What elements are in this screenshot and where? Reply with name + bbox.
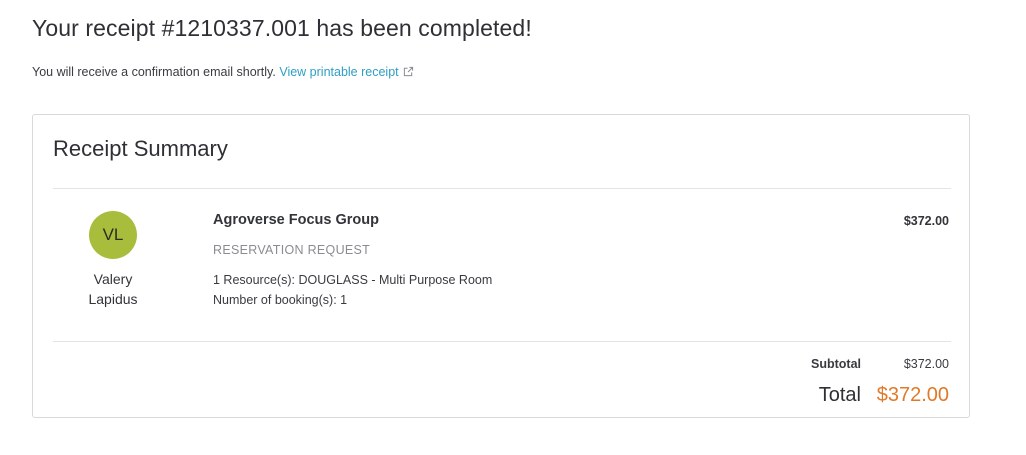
receipt-summary-card: Receipt Summary VL Valery Lapidus Agrove… — [32, 114, 970, 418]
line-item-resources: 1 Resource(s): DOUGLASS - Multi Purpose … — [213, 273, 493, 287]
printable-receipt-link[interactable]: View printable receipt — [279, 65, 413, 79]
confirmation-text: You will receive a confirmation email sh… — [32, 65, 276, 79]
line-item-price: $372.00 — [903, 214, 949, 228]
total-label: Total — [818, 384, 861, 406]
customer-last-name: Lapidus — [88, 291, 138, 307]
receipt-summary-title: Receipt Summary — [53, 136, 228, 161]
page-title: Your receipt #1210337.001 has been compl… — [32, 15, 532, 41]
line-item-title: Agroverse Focus Group — [213, 212, 379, 228]
total-value: $372.00 — [876, 384, 949, 406]
avatar: VL — [89, 211, 137, 259]
summary-divider-top — [53, 188, 951, 189]
summary-divider-bottom — [53, 341, 951, 342]
external-link-icon — [403, 66, 413, 77]
confirmation-line: You will receive a confirmation email sh… — [32, 65, 414, 79]
customer-name: Valery Lapidus — [73, 269, 153, 309]
line-item-bookings: Number of booking(s): 1 — [213, 293, 348, 307]
printable-receipt-label: View printable receipt — [279, 65, 399, 79]
subtotal-label: Subtotal — [811, 357, 861, 371]
customer-first-name: Valery — [93, 271, 133, 287]
receipt-page: Your receipt #1210337.001 has been compl… — [0, 0, 1026, 455]
subtotal-value: $372.00 — [903, 357, 949, 371]
avatar-initials: VL — [102, 225, 124, 244]
line-item-type: RESERVATION REQUEST — [213, 243, 371, 257]
